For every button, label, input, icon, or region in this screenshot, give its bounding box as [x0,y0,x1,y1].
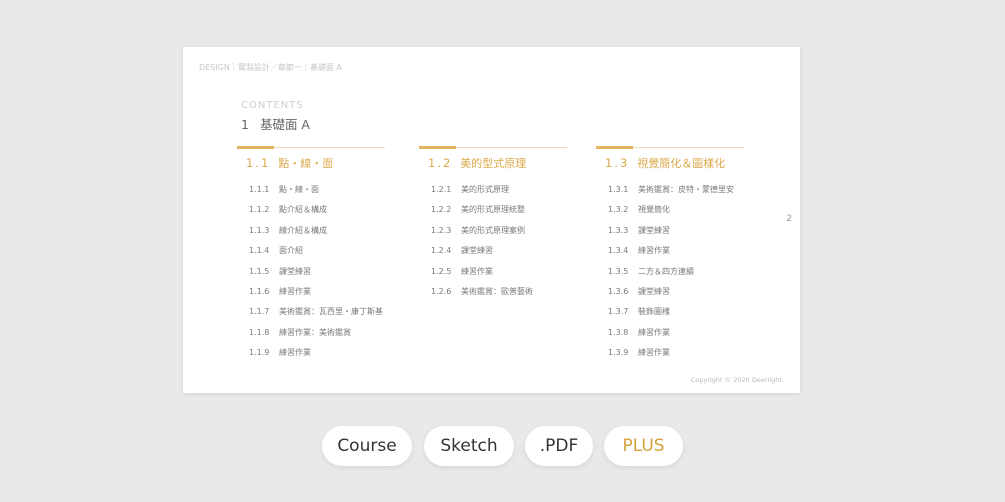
toc-item-number: 1.3.4 [608,246,629,256]
toc-item-title: 練習作業 [638,327,670,337]
section-number: 1.1 [246,156,271,170]
toc-item-list: 1.1.1 點・線・面 1.1.2 點介紹＆構成 1.1.3 線介紹＆構成 1.1.4… [249,184,383,368]
toc-item-title: 練習作業：美術鑑賞 [279,327,351,337]
toc-item: 1.1.3 線介紹＆構成 [249,225,383,245]
toc-item-number: 1.1.9 [249,348,270,358]
toc-item-number: 1.3.7 [608,307,629,317]
toc-item: 1.2.3 美的形式原理案例 [431,225,533,245]
toc-item-number: 1.3.5 [608,266,629,276]
toc-item-title: 美術鑑賞：瓦西里・康丁斯基 [279,307,383,317]
toc-item: 1.2.4 課堂練習 [431,245,533,265]
toc-item: 1.1.7 美術鑑賞：瓦西里・康丁斯基 [249,306,383,326]
contents-label: CONTENTS [241,100,304,111]
toc-item-number: 1.2.5 [431,266,452,276]
toc-item: 1.1.8 練習作業：美術鑑賞 [249,327,383,347]
toc-item-title: 課堂練習 [461,246,493,256]
plus-button[interactable]: PLUS [604,426,683,466]
toc-item-title: 二方＆四方連續 [638,266,694,276]
toc-item-number: 1.2.6 [431,286,452,296]
sketch-button[interactable]: Sketch [424,426,514,466]
toc-item-title: 裝飾圖樣 [638,307,670,317]
chapter-number: 1 [241,117,249,132]
toc-item-title: 美的形式原理統整 [461,205,525,215]
toc-item: 1.1.9 練習作業 [249,347,383,367]
toc-item-title: 課堂練習 [638,225,670,235]
copyright-text: Copyright © 2020 Deerlight. [690,376,784,384]
toc-item-number: 1.3.3 [608,225,629,235]
toc-item-number: 1.3.6 [608,286,629,296]
toc-item-title: 練習作業 [279,348,311,358]
toc-item: 1.2.1 美的形式原理 [431,184,533,204]
toc-item-title: 美的形式原理案例 [461,225,525,235]
section-accent-bar [419,146,456,149]
course-button[interactable]: Course [322,426,412,466]
section-title: 視覺簡化＆圖樣化 [637,157,726,170]
toc-item-list: 1.3.1 美術鑑賞：皮特・蒙德里安 1.3.2 視覺簡化 1.3.3 課堂練習 1.… [608,184,734,368]
toc-item: 1.2.5 練習作業 [431,266,533,286]
section-heading: 1.3 視覺簡化＆圖樣化 [605,155,725,171]
toc-item-title: 線介紹＆構成 [279,225,327,235]
toc-item-title: 美的形式原理 [461,185,509,194]
toc-item: 1.1.1 點・線・面 [249,184,383,204]
toc-item-number: 1.1.2 [249,205,270,215]
toc-item: 1.3.6 課堂練習 [608,286,734,306]
toc-item-title: 美術鑑賞：歐普藝術 [461,286,533,296]
toc-item: 1.3.8 練習作業 [608,327,734,347]
chapter-title-text: 基礎面 A [259,117,310,132]
toc-item-number: 1.1.1 [249,185,270,194]
toc-item-title: 點・線・面 [279,185,319,194]
toc-item-number: 1.1.6 [249,286,270,296]
toc-item: 1.1.2 點介紹＆構成 [249,204,383,224]
toc-item: 1.3.2 視覺簡化 [608,204,734,224]
pdf-button[interactable]: .PDF [525,426,593,466]
toc-item-number: 1.2.4 [431,246,452,256]
toc-item: 1.1.5 課堂練習 [249,266,383,286]
page-number: 2 [786,214,792,224]
section-heading: 1.2 美的型式原理 [428,155,526,171]
toc-item-number: 1.3.1 [608,185,629,194]
toc-item-number: 1.2.3 [431,225,452,235]
section-accent-bar [237,146,274,149]
toc-item: 1.2.2 美的形式原理統整 [431,204,533,224]
section-title: 美的型式原理 [460,157,527,170]
section-title: 點・線・面 [278,157,334,170]
toc-item-title: 視覺簡化 [638,205,670,215]
toc-item-title: 面介紹 [279,246,303,256]
chapter-title: 1 基礎面 A [241,114,310,133]
toc-item-number: 1.2.1 [431,185,452,194]
toc-item: 1.3.9 練習作業 [608,347,734,367]
toc-item-title: 點介紹＆構成 [279,205,327,215]
toc-item-title: 美術鑑賞：皮特・蒙德里安 [638,185,734,194]
toc-item-title: 練習作業 [461,266,493,276]
toc-item: 1.1.4 面介紹 [249,245,383,265]
toc-item-number: 1.2.2 [431,205,452,215]
section-number: 1.3 [605,156,630,170]
toc-item-number: 1.1.5 [249,266,270,276]
toc-item-number: 1.3.9 [608,348,629,358]
toc-item: 1.3.3 課堂練習 [608,225,734,245]
section-accent-bar [596,146,633,149]
toc-item-title: 課堂練習 [638,286,670,296]
section-heading: 1.1 點・線・面 [246,155,333,171]
document-page: DESIGN｜實製設計／章節一｜基礎面 A CONTENTS 1 基礎面 A 1.… [183,47,800,393]
toc-item-number: 1.3.2 [608,205,629,215]
toc-item-number: 1.1.7 [249,307,270,317]
toc-item-number: 1.1.8 [249,327,270,337]
toc-item-list: 1.2.1 美的形式原理 1.2.2 美的形式原理統整 1.2.3 美的形式原理案例 … [431,184,533,306]
toc-item-title: 練習作業 [638,246,670,256]
toc-item-number: 1.1.3 [249,225,270,235]
section-number: 1.2 [428,156,453,170]
toc-item: 1.1.6 練習作業 [249,286,383,306]
toc-item: 1.3.4 練習作業 [608,245,734,265]
toc-item-title: 課堂練習 [279,266,311,276]
toc-item-number: 1.1.4 [249,246,270,256]
toc-item: 1.3.1 美術鑑賞：皮特・蒙德里安 [608,184,734,204]
breadcrumb: DESIGN｜實製設計／章節一｜基礎面 A [199,63,342,72]
toc-item-title: 練習作業 [638,348,670,358]
toc-item-title: 練習作業 [279,286,311,296]
toc-item: 1.3.5 二方＆四方連續 [608,266,734,286]
toc-item: 1.3.7 裝飾圖樣 [608,306,734,326]
toc-item-number: 1.3.8 [608,327,629,337]
toc-item: 1.2.6 美術鑑賞：歐普藝術 [431,286,533,306]
